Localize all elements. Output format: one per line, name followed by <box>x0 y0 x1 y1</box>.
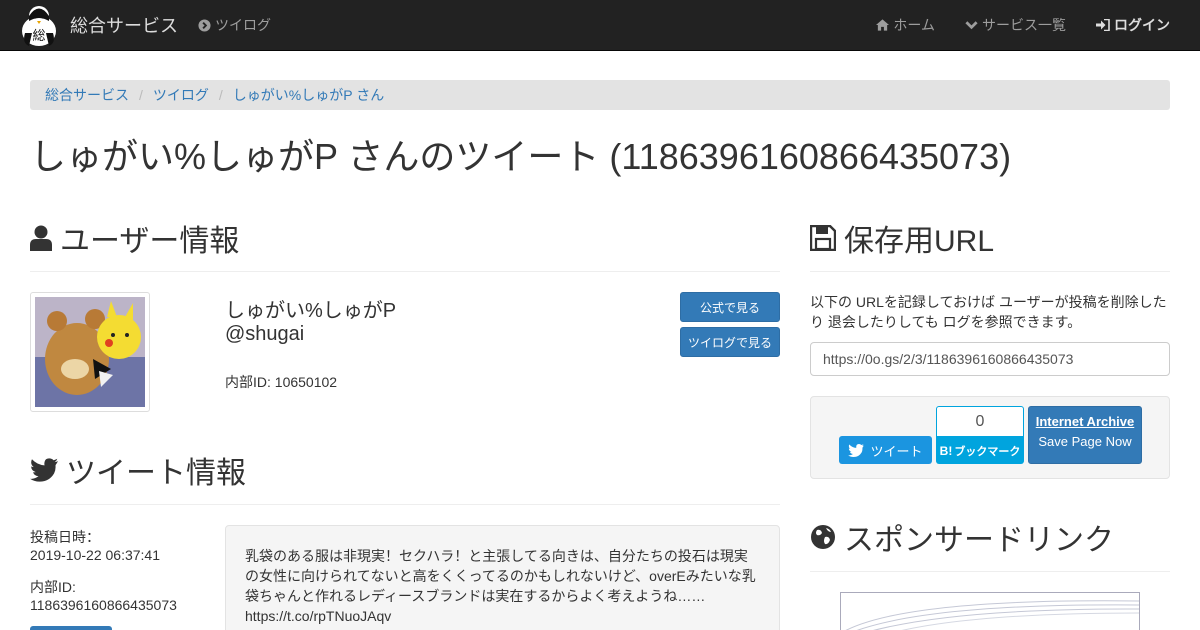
nav-twilog-link[interactable]: ツイログ <box>198 0 271 50</box>
hatena-bookmark-label: ブックマーク <box>954 445 1021 458</box>
user-info-heading-text: ユーザー情報 <box>60 225 240 258</box>
breadcrumb-item-twilog[interactable]: ツイログ <box>153 85 209 105</box>
home-icon <box>876 19 890 31</box>
tweet-id-value: 1186396160866435073 <box>30 597 177 613</box>
nav-twilog-label: ツイログ <box>215 17 271 33</box>
user-internal-id: 内部ID: 10650102 <box>225 374 338 390</box>
nav-home[interactable]: ホーム <box>876 15 935 35</box>
twitter-bird-icon <box>30 458 58 482</box>
save-url-input[interactable] <box>810 342 1170 376</box>
sign-in-icon <box>1096 19 1110 31</box>
tweet-action-button[interactable] <box>30 626 112 630</box>
breadcrumb-item-home[interactable]: 総合サービス <box>45 85 129 105</box>
divider <box>30 271 780 272</box>
user-info-heading: ユーザー情報 <box>30 216 239 260</box>
view-twilog-button[interactable]: ツイログで見る <box>680 327 780 357</box>
nav-home-label: ホーム <box>893 17 935 33</box>
logo-text: 総 <box>32 29 45 44</box>
floppy-disk-icon <box>810 225 836 251</box>
ad-banner-graphic <box>845 600 1139 630</box>
post-date-label: 投稿日時： <box>30 529 100 545</box>
nav-login-label: ログイン <box>1114 17 1170 33</box>
breadcrumb-separator: / <box>139 87 143 103</box>
tweet-share-label: ツイート <box>870 443 923 459</box>
internet-archive-button[interactable]: Internet Archive Save Page Now <box>1028 406 1142 464</box>
nav-right: ホーム サービス一覧 ログイン <box>846 0 1170 50</box>
view-official-button[interactable]: 公式で見る <box>680 292 780 322</box>
twitter-bird-icon <box>848 443 865 457</box>
sponsor-heading-text: スポンサードリンク <box>844 524 1114 557</box>
internet-archive-title: Internet Archive <box>1035 414 1135 429</box>
sponsored-ad-banner[interactable] <box>840 592 1140 630</box>
breadcrumb-separator: / <box>218 87 223 103</box>
tweet-id-label: 内部ID: <box>30 579 76 595</box>
save-url-heading-text: 保存用URL <box>844 225 995 258</box>
tweet-info-heading-text: ツイート情報 <box>66 457 246 490</box>
breadcrumb-item-user[interactable]: しゅがい%しゅがP さん <box>233 85 384 105</box>
tweet-text: 乳袋のある服は非現実！セクハラ！と主張してる向きは、自分たちの投石は現実の女性に… <box>245 548 756 624</box>
globe-icon <box>811 525 835 549</box>
internet-archive-subtitle: Save Page Now <box>1038 434 1132 449</box>
divider <box>30 504 780 505</box>
breadcrumb: 総合サービス / ツイログ / しゅがい%しゅがP さん <box>30 80 1170 110</box>
divider <box>810 271 1170 272</box>
nav-services[interactable]: サービス一覧 <box>965 15 1066 35</box>
divider <box>810 571 1170 572</box>
page-title: しゅがい%しゅがP さんのツイート (1186396160866435073) <box>30 136 1012 177</box>
tweet-share-button[interactable]: ツイート <box>839 436 932 464</box>
hatena-bookmark-count[interactable]: 0 <box>936 406 1024 437</box>
user-icon <box>30 225 52 251</box>
user-display-name: しゅがい%しゅがP <box>225 300 397 322</box>
nav-login[interactable]: ログイン <box>1096 15 1170 35</box>
user-handle: @shugai <box>225 323 305 345</box>
navbar: 総 総合サービス ツイログ ホーム サービス一覧 ログイン <box>0 0 1200 51</box>
sponsor-heading: スポンサードリンク <box>810 515 1114 559</box>
nav-services-label: サービス一覧 <box>982 17 1066 33</box>
post-date-value: 2019-10-22 06:37:41 <box>30 547 160 563</box>
chevron-down-icon <box>965 20 978 30</box>
chevron-circle-right-icon <box>198 18 211 32</box>
hatena-b-icon: B! <box>939 443 953 458</box>
penguin-logo-icon: 総 <box>18 3 60 47</box>
save-url-heading: 保存用URL <box>810 216 994 260</box>
save-url-description: 以下の URLを記録しておけば ユーザーが投稿を削除したり 退会したりしても ロ… <box>810 294 1167 330</box>
hatena-bookmark-button[interactable]: B! ブックマーク <box>936 437 1024 464</box>
tweet-text-box: 乳袋のある服は非現実！セクハラ！と主張してる向きは、自分たちの投石は現実の女性に… <box>225 525 780 630</box>
brand-link[interactable]: 総 総合サービス <box>18 2 178 48</box>
brand-name: 総合サービス <box>70 16 178 36</box>
avatar[interactable] <box>30 292 150 412</box>
tweet-info-heading: ツイート情報 <box>30 448 246 492</box>
avatar-image <box>35 297 145 407</box>
